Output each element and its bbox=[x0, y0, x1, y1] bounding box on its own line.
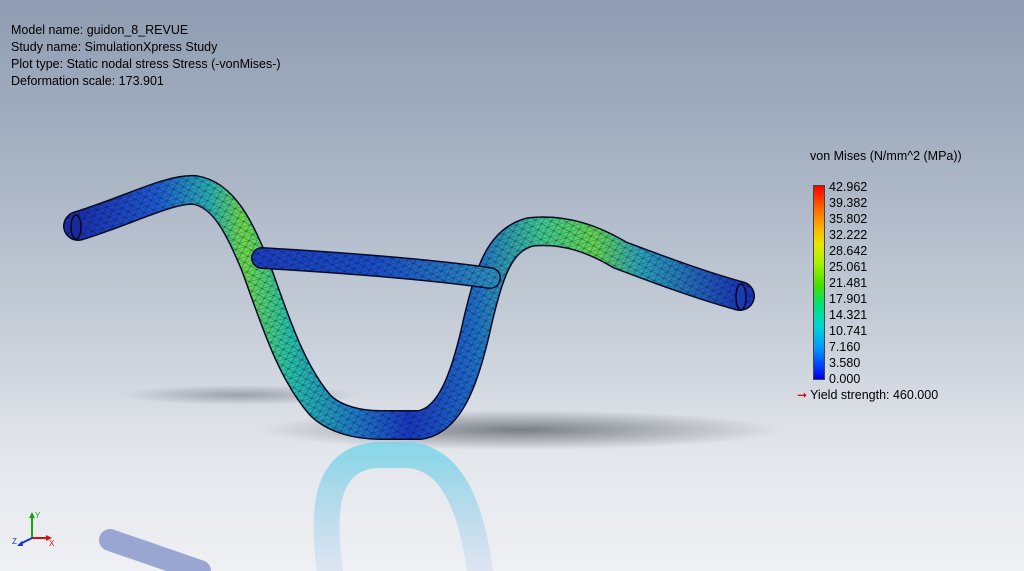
legend-tick: 28.642 bbox=[829, 244, 868, 258]
model-name: Model name: guidon_8_REVUE bbox=[11, 23, 189, 37]
tube-end-left bbox=[70, 214, 82, 240]
study-name: Study name: SimulationXpress Study bbox=[11, 40, 218, 54]
study-info: Model name: guidon_8_REVUE Study name: S… bbox=[11, 22, 281, 90]
legend-ticks: 42.962 39.382 35.802 32.222 28.642 25.06… bbox=[829, 179, 867, 387]
model-reflection bbox=[99, 442, 493, 571]
legend-tick: 0.000 bbox=[829, 372, 861, 386]
stress-colorbar[interactable] bbox=[813, 185, 825, 380]
yield-strength-label: Yield strength: 460.000 bbox=[810, 388, 939, 402]
triad-y-label: Y bbox=[35, 511, 41, 520]
legend-tick: 32.222 bbox=[829, 228, 868, 242]
legend-tick: 10.741 bbox=[829, 324, 868, 338]
legend-tick: 25.061 bbox=[829, 260, 868, 274]
legend-tick: 39.382 bbox=[829, 196, 868, 210]
legend-tick: 14.321 bbox=[829, 308, 868, 322]
legend-title: von Mises (N/mm^2 (MPa)) bbox=[810, 149, 962, 163]
yield-arrow-icon: ➞ bbox=[797, 388, 808, 402]
tube-end-right bbox=[735, 283, 747, 311]
triad-z-label: Z bbox=[12, 537, 17, 546]
legend-tick: 17.901 bbox=[829, 292, 868, 306]
yield-strength: ➞ Yield strength: 460.000 bbox=[797, 388, 938, 402]
deformation-scale: Deformation scale: 173.901 bbox=[11, 74, 164, 88]
legend-tick: 35.802 bbox=[829, 212, 868, 226]
legend-tick: 42.962 bbox=[829, 180, 868, 194]
graphics-viewport[interactable]: Model name: guidon_8_REVUE Study name: S… bbox=[0, 0, 1024, 571]
legend-tick: 21.481 bbox=[829, 276, 868, 290]
axis-triad[interactable]: Y X Z bbox=[12, 508, 56, 552]
triad-x-label: X bbox=[49, 539, 55, 548]
legend-tick: 7.160 bbox=[829, 340, 861, 354]
legend-tick: 3.580 bbox=[829, 356, 861, 370]
plot-type: Plot type: Static nodal stress Stress (-… bbox=[11, 57, 281, 71]
